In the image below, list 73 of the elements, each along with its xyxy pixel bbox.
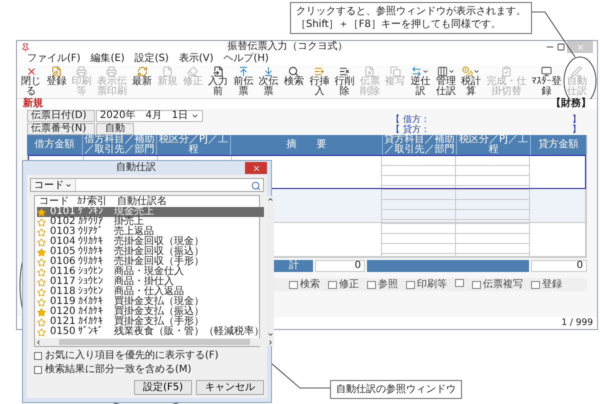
total-value: 0 [315,260,365,272]
swap-arrows-icon [411,66,422,77]
toolbar-button[interactable]: 管理仕訳 [436,66,456,97]
pen-icon [571,66,582,77]
menu-item[interactable]: ファイル(F) [27,53,81,65]
key-icon [289,280,298,288]
menu-item[interactable]: ヘルプ(H) [224,53,269,65]
key-icon [406,280,415,288]
number-field[interactable]: 自動 [96,123,134,135]
field-label: 伝票日付(D) [27,110,95,122]
monitor-icon [541,66,552,77]
maximize-icon[interactable] [557,43,565,51]
function-key[interactable]: 印刷等 [406,279,447,290]
toolbar-button[interactable]: 行削除 [334,66,355,97]
columns-icon [436,66,448,77]
callout-text: クリックすると、参照ウィンドウが表示されます。 [296,5,526,18]
toolbar-button[interactable]: 前伝票 [233,66,254,97]
document-arrow-icon [212,66,224,77]
menu-item[interactable]: 編集(E) [90,53,125,65]
bracket-text: 】 [572,125,581,135]
key-icon [531,280,540,288]
toolbar-button[interactable]: 税計算 [461,66,482,97]
key-icon [367,280,376,288]
toolbar-button[interactable]: 次伝票 [258,66,279,97]
toolbar-button[interactable]: 検索 [284,66,304,87]
document-icon [162,66,173,77]
function-key[interactable]: 参照 [367,279,398,290]
toolbar-button[interactable]: 閉じる [21,66,41,97]
function-key[interactable]: 伝票複写 [472,279,523,290]
toolbar-button[interactable]: ﾏｽﾀｰ登録 [532,66,562,97]
pin-icon [21,42,30,52]
toolbar-button[interactable]: 行挿入 [309,66,330,97]
menu-item[interactable]: 表示(V) [178,53,214,65]
key-icon [328,280,337,288]
clipboard-icon [500,66,512,77]
toolbar-button[interactable]: 最新 [132,66,152,87]
eraser-icon [187,66,198,77]
document-x-icon [364,66,376,77]
toolbar-button[interactable]: 入力前 [208,66,228,97]
coins-icon [462,66,474,77]
mode-label: 新規 [23,99,43,109]
dropdown-icon[interactable] [191,112,200,120]
toolbar-button[interactable]: 逆仕訳 [410,66,430,97]
balance-label: 【 借方 : [391,115,427,125]
list-plus-icon [314,66,325,77]
refresh-icon [136,66,148,77]
bracket-text: 】 [572,115,581,125]
close-icon [26,66,36,77]
date-field[interactable]: 2020年 4月 1日 [96,110,204,122]
callout-text: ［Shift］＋［F8］キーを押しても同様です。 [296,18,502,31]
function-key[interactable]: 登録 [531,279,562,290]
function-key[interactable]: 検索 [289,279,320,290]
menu-item[interactable]: 設定(S) [134,53,169,65]
key-icon [455,279,464,287]
balance-label: 【 貸方 : [391,125,427,135]
search-icon [288,66,300,77]
close-button[interactable] [567,41,593,53]
field-label: 伝票番号(N) [27,123,95,135]
copy-icon [390,66,401,77]
printer-icon [76,66,88,77]
document-pen-icon [50,66,62,77]
arrow-down-icon [263,66,274,77]
key-icon [472,280,481,288]
function-key[interactable]: 修正 [328,279,359,290]
close-icon [576,42,584,52]
arrow-up-icon [238,66,249,77]
callout-text: 自動仕訳の参照ウィンドウ [336,383,456,396]
window-title: 振替伝票入力（コクヨ式） [226,41,348,52]
record-counter: 1 / 999 [561,318,593,328]
toolbar-button[interactable]: 登録 [46,66,66,87]
printer-icon [106,66,118,77]
total-value: 0 [531,260,587,272]
list-remove-icon [339,66,350,77]
